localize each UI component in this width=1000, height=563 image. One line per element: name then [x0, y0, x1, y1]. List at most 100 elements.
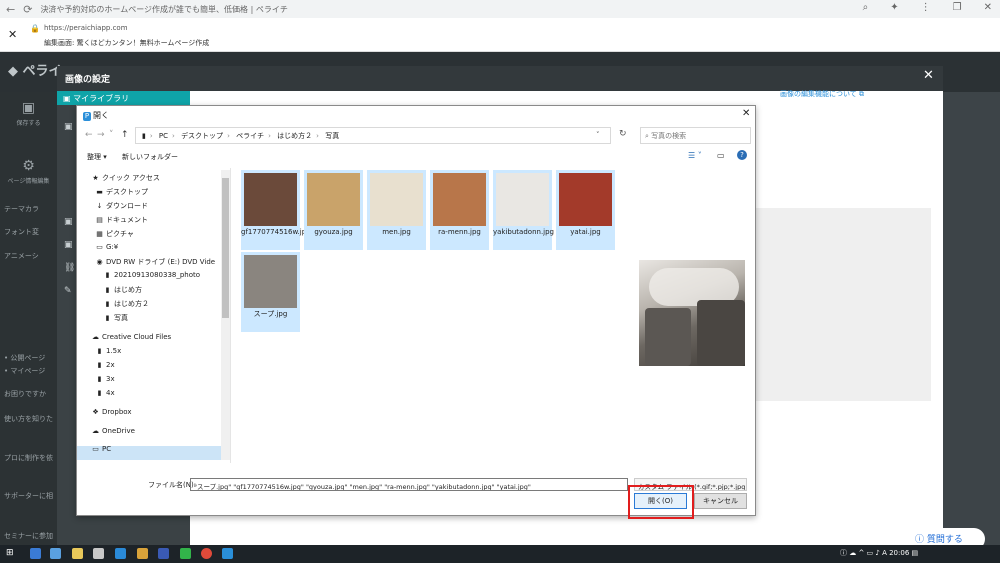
nav-item[interactable]: ▮ 2x: [95, 361, 115, 369]
file-item[interactable]: gyouza.jpg: [304, 170, 363, 250]
breadcrumb-pc[interactable]: PC: [159, 132, 168, 140]
nav-item[interactable]: ↓ダウンロード✦: [95, 201, 230, 211]
theme-color-item[interactable]: テーマカラ: [4, 204, 39, 214]
nav-item[interactable]: ☁ OneDrive: [91, 427, 135, 435]
scrollbar-thumb[interactable]: [222, 178, 229, 318]
save-tool[interactable]: ▣ 保存する: [0, 100, 57, 127]
refresh-icon[interactable]: ↻: [619, 129, 627, 139]
organize-button[interactable]: 整理 ▾: [87, 152, 107, 162]
nav-scrollbar[interactable]: [221, 170, 230, 460]
help-icon[interactable]: ?: [737, 150, 747, 160]
nav-item-label: デスクトップ: [106, 188, 148, 196]
supporter-link[interactable]: サポーターに相: [4, 491, 53, 501]
breadcrumb-photos[interactable]: 写真: [325, 132, 339, 140]
system-tray[interactable]: ⓘ ☁ ^ ▭ ♪ A 20:06 ▤: [840, 548, 918, 558]
question-icon: ⓘ: [915, 535, 925, 545]
restore-icon[interactable]: ❐: [953, 2, 962, 13]
extension-icon[interactable]: ✦: [890, 2, 898, 13]
back-icon[interactable]: ←: [6, 3, 15, 16]
breadcrumb-hajimekata[interactable]: はじめ方２: [277, 132, 312, 140]
file-item[interactable]: yakibutadonn.jpg: [493, 170, 554, 250]
nav-item-icon: ▮: [97, 361, 102, 369]
pen-icon[interactable]: ✎: [64, 286, 72, 296]
breadcrumb-peraichi[interactable]: ペライチ: [236, 132, 264, 140]
taskbar-app-icon[interactable]: [50, 548, 61, 559]
folder-icon[interactable]: [72, 548, 83, 559]
new-folder-button[interactable]: 新しいフォルダー: [122, 152, 178, 162]
cancel-button[interactable]: キャンセル: [694, 493, 747, 509]
nav-item[interactable]: ▮ 写真: [103, 313, 128, 323]
reload-icon[interactable]: ⟳: [23, 3, 32, 16]
chrome-icon[interactable]: [201, 548, 212, 559]
url-text[interactable]: https://peraichiapp.com: [44, 24, 128, 32]
taskbar-app-icon[interactable]: [30, 548, 41, 559]
image-icon[interactable]: ▣: [64, 217, 73, 227]
taskbar-app-icon[interactable]: [158, 548, 169, 559]
peraichi-icon[interactable]: [222, 548, 233, 559]
nav-item[interactable]: ★ クイック アクセス: [91, 173, 160, 183]
file-item[interactable]: gf1770774516w.jpg: [241, 170, 311, 250]
file-item[interactable]: ra-menn.jpg: [430, 170, 489, 250]
chevron-down-icon[interactable]: ˅: [109, 130, 114, 140]
link-icon[interactable]: ⛓: [64, 263, 75, 273]
seminar-link[interactable]: セミナーに参加: [4, 531, 53, 541]
close-window-icon[interactable]: ✕: [984, 2, 992, 13]
nav-item[interactable]: ▮ はじめ方２: [103, 299, 149, 309]
search-input[interactable]: ⌕ 写真の検索: [640, 127, 751, 144]
howto-link[interactable]: 使い方を知りた: [4, 414, 53, 424]
line-icon[interactable]: [180, 548, 191, 559]
nav-item[interactable]: ▭ PC: [91, 445, 111, 453]
nav-item-label: はじめ方: [114, 286, 142, 294]
nav-item-label: はじめ方２: [114, 300, 149, 308]
image-icon[interactable]: ▣: [64, 122, 73, 132]
tab-my-library[interactable]: ▣ マイライブラリ: [57, 91, 190, 105]
nav-item[interactable]: ▮ 1.5x: [95, 347, 122, 355]
image-icon[interactable]: ▣: [64, 240, 73, 250]
public-page-link[interactable]: • 公開ページ: [4, 353, 45, 363]
up-icon[interactable]: ↑: [121, 130, 129, 140]
font-item[interactable]: フォント変: [4, 227, 39, 237]
nav-item[interactable]: ▭ G:¥: [95, 243, 118, 251]
back-icon[interactable]: ←: [85, 130, 93, 140]
preview-pane-icon[interactable]: ▭: [717, 151, 725, 160]
close-tab-icon[interactable]: ✕: [8, 28, 17, 41]
image-edit-help-link[interactable]: 画像の編集機能について ⧉: [780, 89, 864, 99]
view-options-icon[interactable]: ☰ ˅: [688, 151, 702, 160]
nav-item-icon: ❖: [92, 408, 99, 416]
nav-item[interactable]: ☁ Creative Cloud Files: [91, 333, 171, 341]
nav-item[interactable]: ▮ 3x: [95, 375, 115, 383]
breadcrumb[interactable]: ▮ › PC › デスクトップ › ペライチ › はじめ方２ › 写真 ˅: [135, 127, 611, 144]
pro-link[interactable]: プロに制作を依: [4, 453, 53, 463]
nav-item[interactable]: ▮ はじめ方: [103, 285, 142, 295]
forward-icon[interactable]: →: [97, 130, 105, 140]
nav-item[interactable]: ▤ドキュメント✦: [95, 215, 230, 225]
file-item[interactable]: スープ.jpg: [241, 252, 300, 332]
nav-item[interactable]: ▮ 20210913080338_photo: [103, 271, 200, 279]
taskbar-app-icon[interactable]: [93, 548, 104, 559]
file-item[interactable]: men.jpg: [367, 170, 426, 250]
my-page-link[interactable]: • マイページ: [4, 366, 45, 376]
nav-item[interactable]: ◉DVD RW ドライブ (E:) DVD Vide✦: [95, 257, 230, 267]
zoom-icon[interactable]: ⌕: [863, 2, 869, 13]
nav-item[interactable]: ▦ピクチャ✦: [95, 229, 230, 239]
file-item[interactable]: yatai.jpg: [556, 170, 615, 250]
animation-item[interactable]: アニメーシ: [4, 251, 39, 261]
nav-item-icon: ▮: [105, 314, 110, 322]
nav-item[interactable]: ❖ Dropbox: [91, 408, 131, 416]
page-info-tool[interactable]: ⚙ ページ情報編集: [0, 158, 57, 185]
windows-start-icon[interactable]: ⊞: [6, 548, 17, 559]
dialog-close-icon[interactable]: ✕: [742, 108, 750, 119]
taskbar-app-icon[interactable]: [137, 548, 148, 559]
file-thumbnail: [433, 173, 486, 226]
modal-close-icon[interactable]: ✕: [923, 68, 934, 83]
filename-field[interactable]: "スープ.jpg" "gf1770774516w.jpg" "gyouza.jp…: [190, 478, 628, 491]
chevron-down-icon[interactable]: ˅: [596, 131, 600, 139]
nav-item[interactable]: ▮ 4x: [95, 389, 115, 397]
lock-icon: 🔒: [30, 24, 40, 33]
peraichi-icon: P: [83, 112, 91, 121]
nav-item-icon: ↓: [96, 202, 103, 210]
breadcrumb-desktop[interactable]: デスクトップ: [181, 132, 223, 140]
nav-item[interactable]: ▬デスクトップ✦: [95, 187, 230, 197]
edge-icon[interactable]: [115, 548, 126, 559]
menu-icon[interactable]: ⋮: [921, 2, 931, 13]
